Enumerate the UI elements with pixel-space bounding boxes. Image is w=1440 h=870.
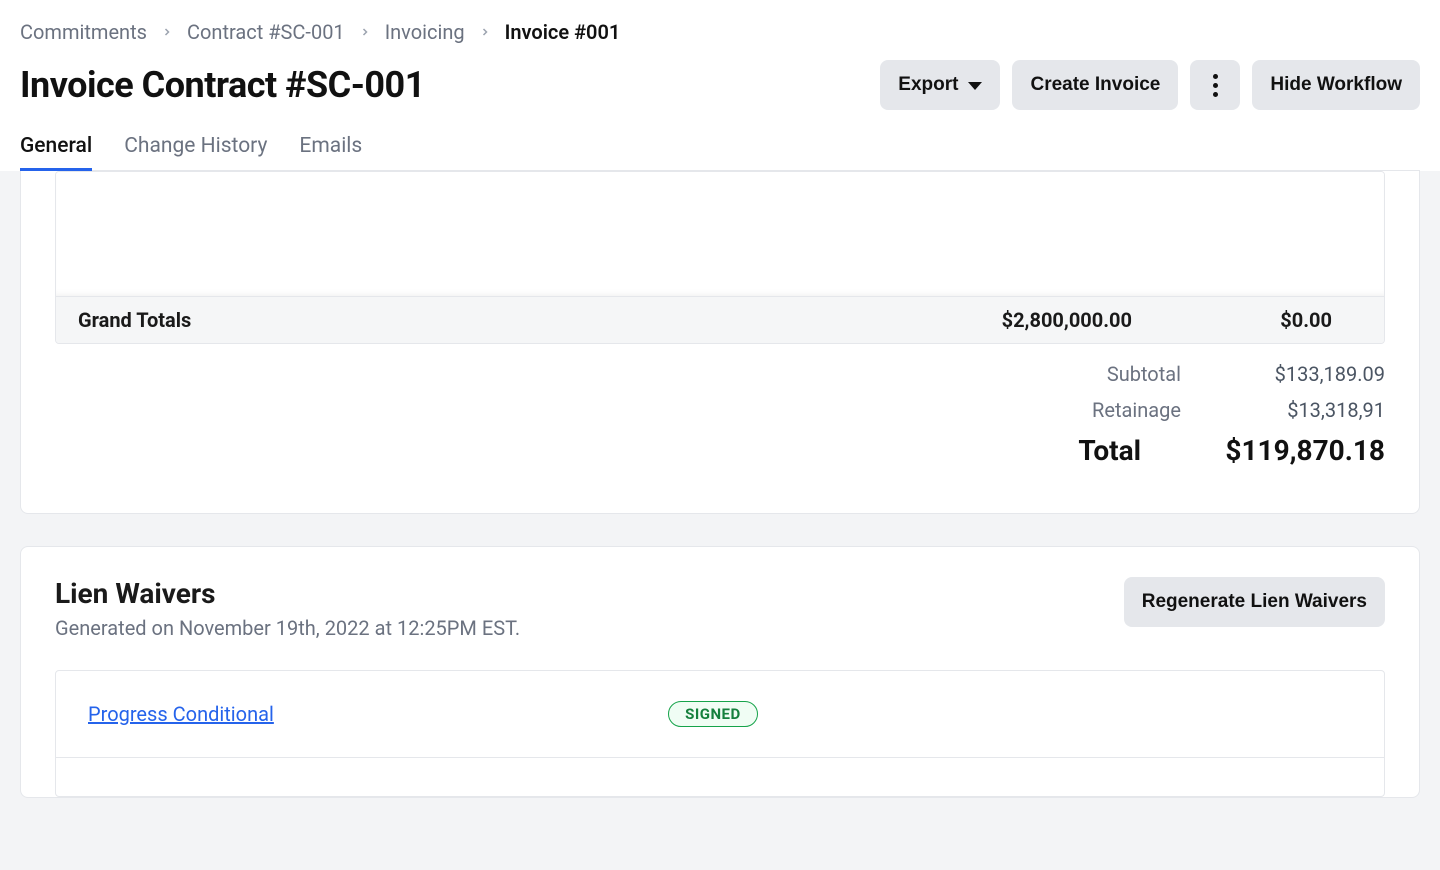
tab-emails[interactable]: Emails <box>299 134 362 171</box>
subtotal-value: $133,189.09 <box>1225 362 1385 386</box>
create-invoice-button[interactable]: Create Invoice <box>1012 60 1178 110</box>
grand-totals-amount-1: $2,800,000.00 <box>832 308 1132 332</box>
hide-workflow-button[interactable]: Hide Workflow <box>1252 60 1420 110</box>
chevron-right-icon <box>359 26 371 38</box>
page-header: Commitments Contract #SC-001 Invoicing I… <box>0 0 1440 171</box>
grand-totals-row: Grand Totals $2,800,000.00 $0.00 <box>56 297 1384 343</box>
retainage-label: Retainage <box>1092 398 1181 422</box>
caret-down-icon <box>968 82 982 90</box>
regenerate-lien-waivers-button[interactable]: Regenerate Lien Waivers <box>1124 577 1385 627</box>
chevron-right-icon <box>161 26 173 38</box>
retainage-value: $13,318,91 <box>1225 398 1385 422</box>
lien-waiver-link[interactable]: Progress Conditional <box>88 702 274 726</box>
breadcrumb-invoicing[interactable]: Invoicing <box>385 20 465 44</box>
summary-totals: Subtotal $133,189.09 Retainage $13,318,9… <box>55 356 1385 473</box>
line-items-table: Grand Totals $2,800,000.00 $0.00 <box>55 171 1385 344</box>
lien-waiver-row <box>56 758 1384 796</box>
lien-waivers-header: Lien Waivers Generated on November 19th,… <box>55 577 1385 640</box>
total-value: $119,870.18 <box>1185 434 1385 467</box>
subtotal-label: Subtotal <box>1107 362 1181 386</box>
tab-general[interactable]: General <box>20 134 92 171</box>
tabs: General Change History Emails <box>20 134 1420 171</box>
page-title: Invoice Contract #SC-001 <box>20 64 425 106</box>
more-vertical-icon <box>1213 74 1218 97</box>
total-label: Total <box>1078 434 1141 467</box>
lien-waivers-generated: Generated on November 19th, 2022 at 12:2… <box>55 616 520 640</box>
title-bar: Invoice Contract #SC-001 Export Create I… <box>20 60 1420 110</box>
lien-waiver-row: Progress Conditional SIGNED <box>56 671 1384 758</box>
table-body-scroll[interactable] <box>56 172 1384 297</box>
total-row: Total $119,870.18 <box>55 428 1385 473</box>
breadcrumb-current: Invoice #001 <box>505 20 621 44</box>
lien-waivers-card: Lien Waivers Generated on November 19th,… <box>20 546 1420 798</box>
lien-waivers-title: Lien Waivers <box>55 577 520 610</box>
page-body: Grand Totals $2,800,000.00 $0.00 Subtota… <box>0 171 1440 870</box>
export-button[interactable]: Export <box>880 60 1000 110</box>
export-label: Export <box>898 74 958 96</box>
lien-waivers-list: Progress Conditional SIGNED <box>55 670 1385 797</box>
grand-totals-label: Grand Totals <box>78 308 832 332</box>
breadcrumb-contract[interactable]: Contract #SC-001 <box>187 20 345 44</box>
breadcrumb-commitments[interactable]: Commitments <box>20 20 147 44</box>
grand-totals-amount-2: $0.00 <box>1132 308 1362 332</box>
subtotal-row: Subtotal $133,189.09 <box>55 356 1385 392</box>
status-badge: SIGNED <box>668 701 758 727</box>
more-actions-button[interactable] <box>1190 60 1240 110</box>
breadcrumb: Commitments Contract #SC-001 Invoicing I… <box>20 20 1420 44</box>
action-buttons: Export Create Invoice Hide Workflow <box>880 60 1420 110</box>
totals-card: Grand Totals $2,800,000.00 $0.00 Subtota… <box>20 171 1420 514</box>
chevron-right-icon <box>479 26 491 38</box>
retainage-row: Retainage $13,318,91 <box>55 392 1385 428</box>
tab-change-history[interactable]: Change History <box>124 134 267 171</box>
